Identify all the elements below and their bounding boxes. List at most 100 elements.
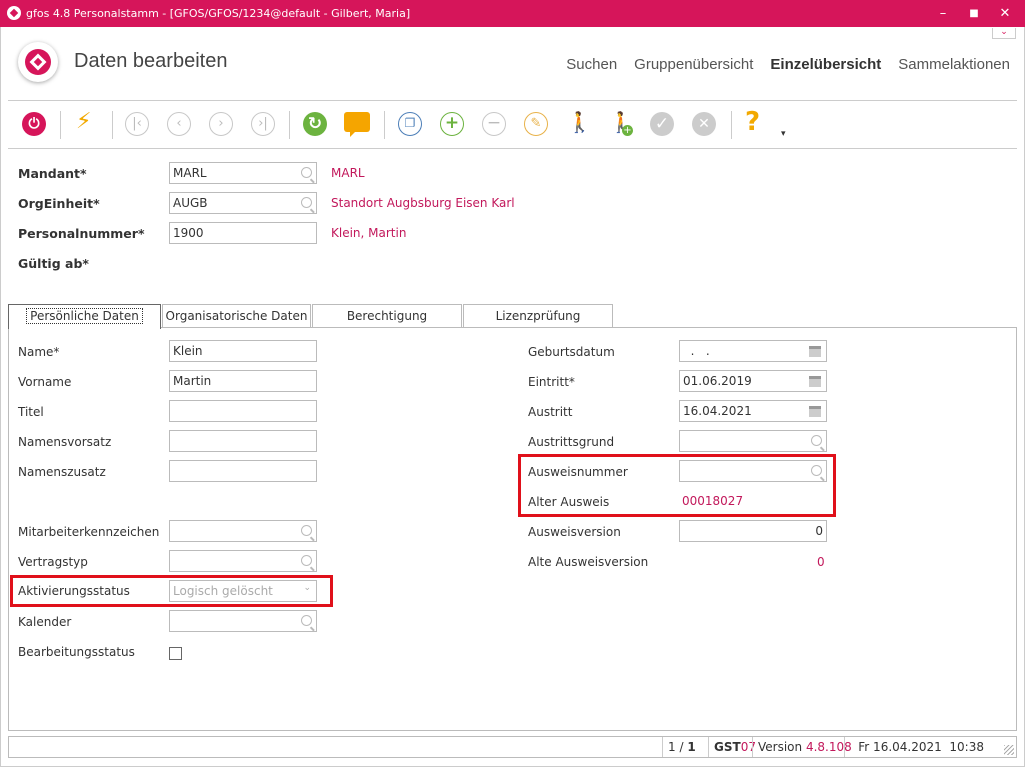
vorname-label: Vorname: [18, 375, 72, 389]
top-navigation: Suchen Gruppenübersicht Einzelübersicht …: [566, 56, 1010, 73]
close-button[interactable]: ✕: [994, 3, 1016, 25]
toolbar-separator: [731, 111, 732, 139]
nav-sammelaktionen[interactable]: Sammelaktionen: [898, 56, 1010, 73]
eintritt-label: Eintritt*: [528, 375, 575, 389]
collapse-header-button[interactable]: ⌄: [992, 28, 1016, 39]
namenszusatz-label: Namenszusatz: [18, 465, 106, 479]
remove-icon[interactable]: −: [479, 109, 509, 139]
vertragstyp-field[interactable]: [169, 550, 317, 572]
austritt-field[interactable]: 16.04.2021: [679, 400, 827, 422]
austritt-label: Austritt: [528, 405, 573, 419]
personalnummer-description: Klein, Martin: [331, 226, 407, 240]
copy-icon[interactable]: ❐: [395, 109, 425, 139]
search-icon[interactable]: [301, 197, 312, 208]
namensvorsatz-field[interactable]: [169, 430, 317, 452]
resize-grip-icon[interactable]: [1004, 745, 1014, 755]
toolbar-divider: [8, 148, 1017, 149]
nav-einzeluebersicht[interactable]: Einzelübersicht: [770, 56, 881, 73]
kalender-label: Kalender: [18, 615, 72, 629]
help-icon[interactable]: ?: [741, 107, 771, 139]
calendar-icon[interactable]: [809, 406, 821, 417]
search-icon[interactable]: [301, 167, 312, 178]
alte-ausweisversion-value: 0: [817, 555, 825, 569]
tab-lizenzpruefung[interactable]: Lizenzprüfung: [463, 304, 613, 328]
geburtsdatum-field[interactable]: . .: [679, 340, 827, 362]
highlight-box-aktivierungsstatus: [10, 575, 333, 607]
nav-suchen[interactable]: Suchen: [566, 56, 617, 73]
cancel-icon[interactable]: ✕: [689, 109, 719, 139]
toolbar-separator: [60, 111, 61, 139]
namensvorsatz-label: Namensvorsatz: [18, 435, 112, 449]
calendar-icon[interactable]: [809, 346, 821, 357]
mitarbeiterkennzeichen-label: Mitarbeiterkennzeichen: [18, 525, 160, 539]
toolbar-overflow-icon[interactable]: ▾: [781, 129, 786, 139]
last-record-icon[interactable]: ›|: [248, 109, 278, 139]
minimize-button[interactable]: –: [932, 3, 954, 25]
previous-record-icon[interactable]: ‹: [164, 109, 194, 139]
alte-ausweisversion-label: Alte Ausweisversion: [528, 555, 649, 569]
vorname-field[interactable]: Martin: [169, 370, 317, 392]
orgeinheit-label: OrgEinheit*: [18, 196, 100, 211]
toolbar-separator: [289, 111, 290, 139]
mandant-label: Mandant*: [18, 166, 87, 181]
status-bar: 1 / 1 GST07 Version 4.8.108 Fr 16.04.202…: [8, 736, 1017, 758]
bearbeitungsstatus-label: Bearbeitungsstatus: [18, 645, 135, 659]
page-title: Daten bearbeiten: [74, 50, 228, 72]
titel-label: Titel: [18, 405, 44, 419]
search-icon[interactable]: [301, 615, 312, 626]
name-label: Name*: [18, 345, 60, 359]
tab-berechtigung[interactable]: Berechtigung: [312, 304, 462, 328]
record-counter: 1 / 1: [662, 737, 708, 757]
mitarbeiterkennzeichen-field[interactable]: [169, 520, 317, 542]
gfos-app-icon: [7, 6, 21, 20]
toolbar: ⏻ ⚡ |‹ ‹ › ›| ↻ ❐ + − ✎ 🚶 🚶 + ✓ ✕ ? ▾: [0, 105, 1025, 145]
name-field[interactable]: Klein: [169, 340, 317, 362]
mandant-field[interactable]: MARL: [169, 162, 317, 184]
gueltig-ab-label: Gültig ab*: [18, 256, 89, 271]
power-icon[interactable]: ⏻: [19, 109, 49, 139]
comment-icon[interactable]: [342, 109, 372, 139]
ausweisversion-field[interactable]: 0: [679, 520, 827, 542]
vertragstyp-label: Vertragstyp: [18, 555, 88, 569]
next-record-icon[interactable]: ›: [206, 109, 236, 139]
walk-minus-icon[interactable]: 🚶: [563, 109, 593, 139]
personalnummer-field[interactable]: 1900: [169, 222, 317, 244]
tab-organisatorische-daten[interactable]: Organisatorische Daten: [162, 304, 311, 328]
window-title: gfos 4.8 Personalstamm - [GFOS/GFOS/1234…: [26, 7, 411, 20]
add-icon[interactable]: +: [437, 109, 467, 139]
highlight-box-ausweis: [518, 454, 836, 517]
confirm-icon[interactable]: ✓: [647, 109, 677, 139]
mandant-description: MARL: [331, 166, 365, 180]
date-time: Fr 16.04.2021 10:38: [844, 737, 989, 757]
version-indicator: Version 4.8.108: [752, 737, 852, 757]
namenszusatz-field[interactable]: [169, 460, 317, 482]
gfos-logo: [18, 42, 58, 82]
austrittsgrund-field[interactable]: [679, 430, 827, 452]
eintritt-field[interactable]: 01.06.2019: [679, 370, 827, 392]
walk-plus-icon[interactable]: 🚶 +: [605, 109, 635, 139]
orgeinheit-description: Standort Augbsburg Eisen Karl: [331, 196, 515, 210]
first-record-icon[interactable]: |‹: [122, 109, 152, 139]
refresh-icon[interactable]: ↻: [300, 109, 330, 139]
search-icon[interactable]: [301, 555, 312, 566]
edit-icon[interactable]: ✎: [521, 109, 551, 139]
bearbeitungsstatus-checkbox[interactable]: [169, 647, 182, 660]
search-icon[interactable]: [301, 525, 312, 536]
search-icon[interactable]: [811, 435, 822, 446]
header-divider: [8, 100, 1017, 101]
nav-gruppenuebersicht[interactable]: Gruppenübersicht: [634, 56, 753, 73]
tab-persoenliche-daten[interactable]: Persönliche Daten: [8, 304, 161, 329]
calendar-icon[interactable]: [809, 376, 821, 387]
toolbar-separator: [384, 111, 385, 139]
lightning-icon[interactable]: ⚡: [71, 109, 101, 139]
gst-indicator: GST07: [708, 737, 756, 757]
kalender-field[interactable]: [169, 610, 317, 632]
toolbar-separator: [112, 111, 113, 139]
ausweisversion-label: Ausweisversion: [528, 525, 621, 539]
maximize-button[interactable]: ■: [963, 3, 985, 25]
personalnummer-label: Personalnummer*: [18, 226, 145, 241]
titel-field[interactable]: [169, 400, 317, 422]
title-bar: gfos 4.8 Personalstamm - [GFOS/GFOS/1234…: [0, 0, 1025, 27]
geburtsdatum-label: Geburtsdatum: [528, 345, 615, 359]
orgeinheit-field[interactable]: AUGB: [169, 192, 317, 214]
